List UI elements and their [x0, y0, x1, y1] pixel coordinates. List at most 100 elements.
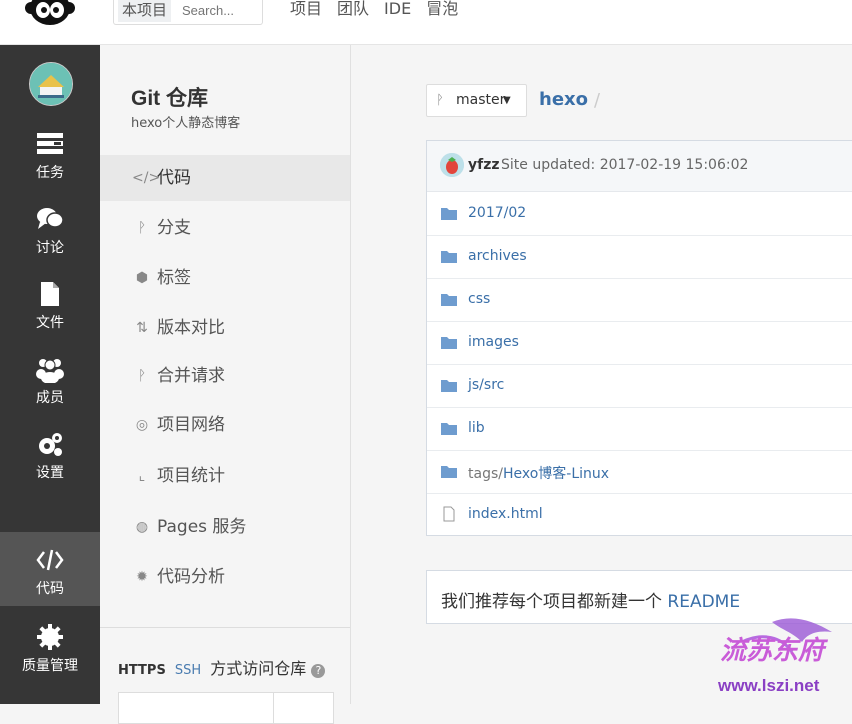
subnav-item-branches[interactable]: ᚹ 分支 [100, 205, 350, 251]
sidebar-item-discuss[interactable]: 讨论 [0, 205, 100, 275]
sidebar-label: 文件 [36, 315, 64, 331]
repo-subnav: Git 仓库 hexo个人静态博客 </> 代码 ᚹ 分支 ⬢ 标签 ⇅ 版本对… [100, 45, 351, 724]
sidebar-label: 讨论 [36, 240, 64, 256]
quality-icon [37, 624, 63, 650]
caret-down-icon: ▼ [503, 95, 511, 106]
search-box[interactable]: 本项目 [113, 0, 263, 25]
folder-icon [441, 294, 457, 306]
users-icon [36, 359, 64, 383]
subnav-label: Pages 服务 [157, 517, 247, 537]
nav-bubbles[interactable]: 冒泡 [426, 0, 458, 22]
table-row[interactable]: archives [427, 235, 852, 279]
subnav-label: 分支 [157, 218, 191, 238]
file-name[interactable]: lib [468, 420, 485, 436]
repo-title: Git 仓库 [131, 87, 208, 110]
clone-url-field[interactable] [118, 692, 334, 724]
file-name[interactable]: archives [468, 248, 527, 264]
sidebar-label: 代码 [36, 581, 64, 597]
file-name[interactable]: index.html [468, 506, 543, 522]
file-name[interactable]: js/src [468, 377, 504, 393]
comments-icon [37, 208, 64, 229]
watermark-url: www.lszi.net [718, 676, 820, 695]
merge-request-icon: ᚹ [137, 368, 147, 384]
https-toggle[interactable]: HTTPS [118, 663, 166, 678]
main-sidebar: 任务 讨论 文件 成员 设置 代码 质量管理 [0, 45, 100, 704]
copy-button[interactable] [273, 693, 274, 723]
subnav-item-analysis[interactable]: ✹ 代码分析 [100, 554, 350, 600]
code-icon [36, 549, 64, 571]
top-bar: 本项目 项目 团队 IDE 冒泡 [0, 0, 852, 45]
divider [100, 627, 350, 628]
tasks-icon [37, 133, 63, 154]
sidebar-item-tasks[interactable]: 任务 [0, 130, 100, 200]
search-scope[interactable]: 本项目 [118, 0, 172, 22]
compare-icon: ⇅ [136, 320, 148, 336]
subnav-item-tags[interactable]: ⬢ 标签 [100, 255, 350, 301]
table-row[interactable]: 2017/02 [427, 192, 852, 236]
path-name: Hexo博客-Linux [502, 466, 610, 482]
subnav-label: 标签 [157, 268, 191, 288]
subnav-item-network[interactable]: ◎ 项目网络 [100, 402, 350, 448]
branch-icon: ᚹ [436, 93, 444, 108]
access-text: 方式访问仓库 [210, 659, 307, 678]
subnav-item-stats[interactable]: ⌞ 项目统计 [100, 453, 350, 499]
file-name[interactable]: tags/Hexo博客-Linux [468, 463, 609, 483]
table-row[interactable]: index.html [427, 493, 852, 536]
commit-message[interactable]: Site updated: 2017-02-19 15:06:02 [501, 157, 748, 173]
table-row[interactable]: lib [427, 407, 852, 451]
sidebar-item-code[interactable]: 代码 [0, 532, 100, 606]
code-icon: </> [132, 170, 161, 186]
repo-breadcrumb[interactable]: hexo [539, 89, 588, 110]
table-row[interactable]: tags/Hexo博客-Linux [427, 450, 852, 494]
subnav-item-code[interactable]: </> 代码 [100, 155, 350, 201]
subnav-label: 项目统计 [157, 466, 225, 486]
path-prefix: tags/ [468, 466, 503, 482]
folder-icon [441, 466, 457, 478]
file-name[interactable]: images [468, 334, 519, 350]
sidebar-item-members[interactable]: 成员 [0, 355, 100, 425]
help-icon[interactable]: ? [311, 664, 326, 678]
folder-icon [441, 251, 457, 263]
sidebar-label: 质量管理 [22, 658, 78, 674]
nav-teams[interactable]: 团队 [337, 0, 369, 22]
branch-name: master [456, 92, 506, 108]
sidebar-label: 成员 [36, 390, 64, 406]
sidebar-item-settings[interactable]: 设置 [0, 430, 100, 500]
analysis-icon: ✹ [136, 569, 148, 585]
sidebar-item-files[interactable]: 文件 [0, 280, 100, 350]
readme-link[interactable]: README [667, 592, 740, 612]
file-icon [41, 282, 59, 306]
subnav-item-merge-requests[interactable]: ᚹ 合并请求 [100, 353, 350, 399]
subnav-label: 代码分析 [157, 567, 225, 587]
folder-icon [441, 380, 457, 392]
commit-author[interactable]: yfzz [468, 157, 500, 173]
breadcrumb-separator: / [594, 90, 601, 111]
search-input[interactable] [182, 1, 256, 19]
watermark-cn: 流苏东府 [720, 636, 825, 666]
project-avatar[interactable] [29, 62, 73, 106]
table-row[interactable]: css [427, 278, 852, 322]
branch-icon: ᚹ [137, 220, 147, 236]
sidebar-label: 任务 [36, 165, 64, 181]
subnav-item-pages[interactable]: ◍ Pages 服务 [100, 504, 350, 550]
nav-projects[interactable]: 项目 [290, 0, 322, 22]
subnav-item-compare[interactable]: ⇅ 版本对比 [100, 305, 350, 351]
network-icon: ◎ [135, 417, 149, 433]
latest-commit: yfzz Site updated: 2017-02-19 15:06:02 [427, 141, 852, 192]
folder-icon [441, 337, 457, 349]
ssh-toggle[interactable]: SSH [175, 663, 201, 678]
branch-selector[interactable]: ᚹ master ▼ [426, 84, 527, 117]
file-name[interactable]: 2017/02 [468, 205, 526, 221]
nav-ide[interactable]: IDE [384, 0, 411, 22]
subnav-label: 项目网络 [157, 415, 225, 435]
avatar[interactable] [440, 153, 464, 177]
table-row[interactable]: js/src [427, 364, 852, 408]
file-name[interactable]: css [468, 291, 490, 307]
sidebar-item-quality[interactable]: 质量管理 [0, 623, 100, 693]
table-row[interactable]: images [427, 321, 852, 365]
watermark: 流苏东府 www.lszi.net [712, 612, 852, 704]
logo-icon[interactable] [20, 0, 80, 30]
tag-icon: ⬢ [135, 270, 149, 286]
file-list: yfzz Site updated: 2017-02-19 15:06:02 2… [426, 140, 852, 536]
readme-text: 我们推荐每个项目都新建一个 README [441, 587, 740, 612]
